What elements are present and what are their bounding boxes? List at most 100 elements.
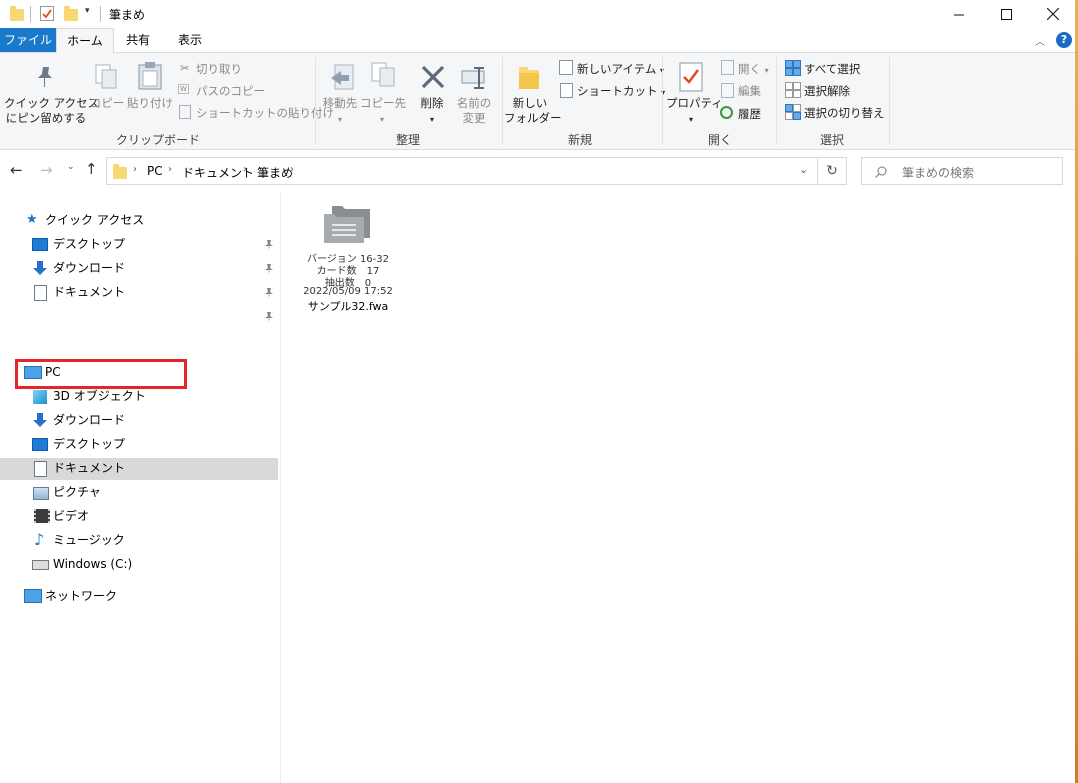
copy-path-button[interactable]: パスのコピー [196, 83, 265, 99]
tab-share[interactable]: 共有 [114, 28, 162, 52]
select-none-button[interactable]: 選択解除 [804, 83, 850, 99]
file-icon [324, 206, 370, 243]
cut-button[interactable]: 切り取り [196, 61, 242, 77]
nav-qa-downloads[interactable]: ダウンロード [53, 257, 125, 279]
breadcrumb-fudemame[interactable]: 筆まめ [257, 164, 293, 181]
cut-icon: ✂ [180, 61, 190, 75]
collapse-ribbon-icon[interactable]: ︿ [1035, 33, 1045, 48]
delete-button[interactable]: 削除 ▾ [412, 96, 452, 127]
file-item[interactable]: バージョン 16-32 カード数 17 抽出数 0 2022/05/09 17:… [296, 196, 400, 316]
document-icon [34, 285, 47, 301]
search-icon [875, 166, 887, 178]
nav-pc-3d-objects[interactable]: 3D オブジェクト [53, 385, 146, 407]
desktop-icon [32, 238, 48, 251]
file-date: 2022/05/09 17:52 [303, 286, 393, 297]
breadcrumb-separator[interactable]: › [168, 164, 172, 175]
shortcut-icon [560, 83, 573, 98]
forward-button[interactable]: → [40, 161, 53, 179]
tab-home[interactable]: ホーム [56, 28, 114, 54]
delete-icon [421, 65, 445, 89]
new-item-label: 新しいアイテム [577, 62, 657, 76]
breadcrumb-pc[interactable]: PC [147, 164, 163, 178]
new-folder-icon [519, 67, 539, 89]
paste-shortcut-button[interactable]: ショートカットの貼り付け [196, 105, 334, 121]
download-icon [33, 413, 47, 427]
nav-pc-documents[interactable]: ドキュメント [53, 457, 125, 479]
title-bar: ▾ 筆まめ [0, 0, 1078, 28]
nav-pc-desktop[interactable]: デスクトップ [53, 433, 125, 455]
up-button[interactable]: ↑ [85, 160, 98, 178]
select-all-icon [785, 60, 801, 76]
breadcrumb-separator[interactable]: › [290, 164, 294, 175]
open-group-label: 開く [707, 133, 732, 147]
customize-quick-access-icon[interactable]: ▾ [85, 6, 90, 16]
nav-pc-videos[interactable]: ビデオ [53, 505, 89, 527]
rename-button[interactable]: 名前の 変更 [452, 96, 496, 126]
new-folder-quick-icon[interactable] [64, 6, 78, 21]
breadcrumb-separator[interactable]: › [133, 164, 137, 175]
pin-icon [38, 67, 52, 87]
select-none-icon [785, 82, 801, 98]
history-button[interactable]: 履歴 [738, 106, 761, 122]
close-button[interactable] [1030, 0, 1076, 28]
nav-qa-documents[interactable]: ドキュメント [53, 281, 125, 303]
minimize-button[interactable] [936, 0, 982, 28]
copy-icon [95, 64, 117, 89]
shortcut-button[interactable]: ショートカット ▾ [577, 83, 665, 99]
new-folder-button[interactable]: 新しい フォルダー [504, 96, 562, 126]
search-box[interactable]: 筆まめの検索 [861, 157, 1063, 185]
rename-label-line1: 名前の [456, 96, 492, 110]
recent-locations-button[interactable]: ⌄ [67, 162, 75, 172]
select-all-button[interactable]: すべて選択 [804, 61, 860, 77]
document-icon [34, 461, 47, 477]
music-icon: ♪ [34, 530, 45, 549]
desktop-icon [32, 438, 48, 451]
new-folder-label-line2: フォルダー [504, 111, 562, 125]
nav-pc-windows-c[interactable]: Windows (C:) [53, 553, 132, 575]
help-icon[interactable]: ? [1056, 32, 1072, 48]
divider [315, 57, 316, 145]
tab-view[interactable]: 表示 [166, 28, 214, 52]
address-dropdown-icon[interactable]: ⌄ [799, 163, 808, 176]
divider [30, 6, 31, 22]
network-icon [24, 589, 42, 603]
properties-button[interactable]: プロパティ ▾ [666, 96, 723, 127]
folder-icon [10, 6, 24, 21]
address-bar[interactable]: › PC › ドキュメント › 筆まめ › ⌄ [106, 157, 818, 185]
invert-selection-icon [785, 104, 801, 120]
file-name: サンプル32.fwa [307, 300, 389, 313]
nav-quick-access[interactable]: クイック アクセス [45, 209, 144, 231]
nav-pc-pictures[interactable]: ピクチャ [53, 481, 101, 503]
invert-selection-button[interactable]: 選択の切り替え [804, 105, 885, 121]
open-button[interactable]: 開く ▾ [738, 61, 769, 77]
pin-icon [265, 288, 273, 298]
window-title: 筆まめ [109, 8, 146, 22]
open-label: 開く [738, 62, 761, 76]
properties-quick-icon[interactable] [40, 6, 54, 21]
nav-network[interactable]: ネットワーク [45, 585, 117, 607]
divider [776, 57, 777, 145]
divider [662, 57, 663, 145]
edit-icon [721, 83, 734, 98]
maximize-button[interactable] [983, 0, 1029, 28]
refresh-button[interactable]: ↻ [817, 157, 847, 185]
copy-button[interactable]: コピー [88, 96, 126, 111]
back-button[interactable]: ← [10, 161, 23, 179]
close-icon [1047, 8, 1059, 20]
copy-to-button[interactable]: コピー先 ▾ [360, 96, 406, 127]
pin-to-quick-access-button[interactable]: クイック アクセス にピン留めする [4, 96, 99, 126]
organize-group-label: 整理 [395, 133, 420, 147]
breadcrumb-separator[interactable]: › [243, 164, 247, 175]
tab-file[interactable]: ファイル [0, 28, 56, 52]
nav-pc-music[interactable]: ミュージック [53, 529, 125, 551]
move-to-button[interactable]: 移動先 ▾ [318, 96, 362, 127]
nav-pc-downloads[interactable]: ダウンロード [53, 409, 125, 431]
edit-button[interactable]: 編集 [738, 83, 761, 99]
new-item-icon [559, 60, 573, 75]
paste-button[interactable]: 貼り付け [127, 96, 173, 111]
folder-icon [113, 164, 127, 179]
new-item-button[interactable]: 新しいアイテム ▾ [577, 61, 664, 77]
history-icon [720, 106, 733, 119]
divider [100, 6, 101, 22]
nav-qa-desktop[interactable]: デスクトップ [53, 233, 125, 255]
